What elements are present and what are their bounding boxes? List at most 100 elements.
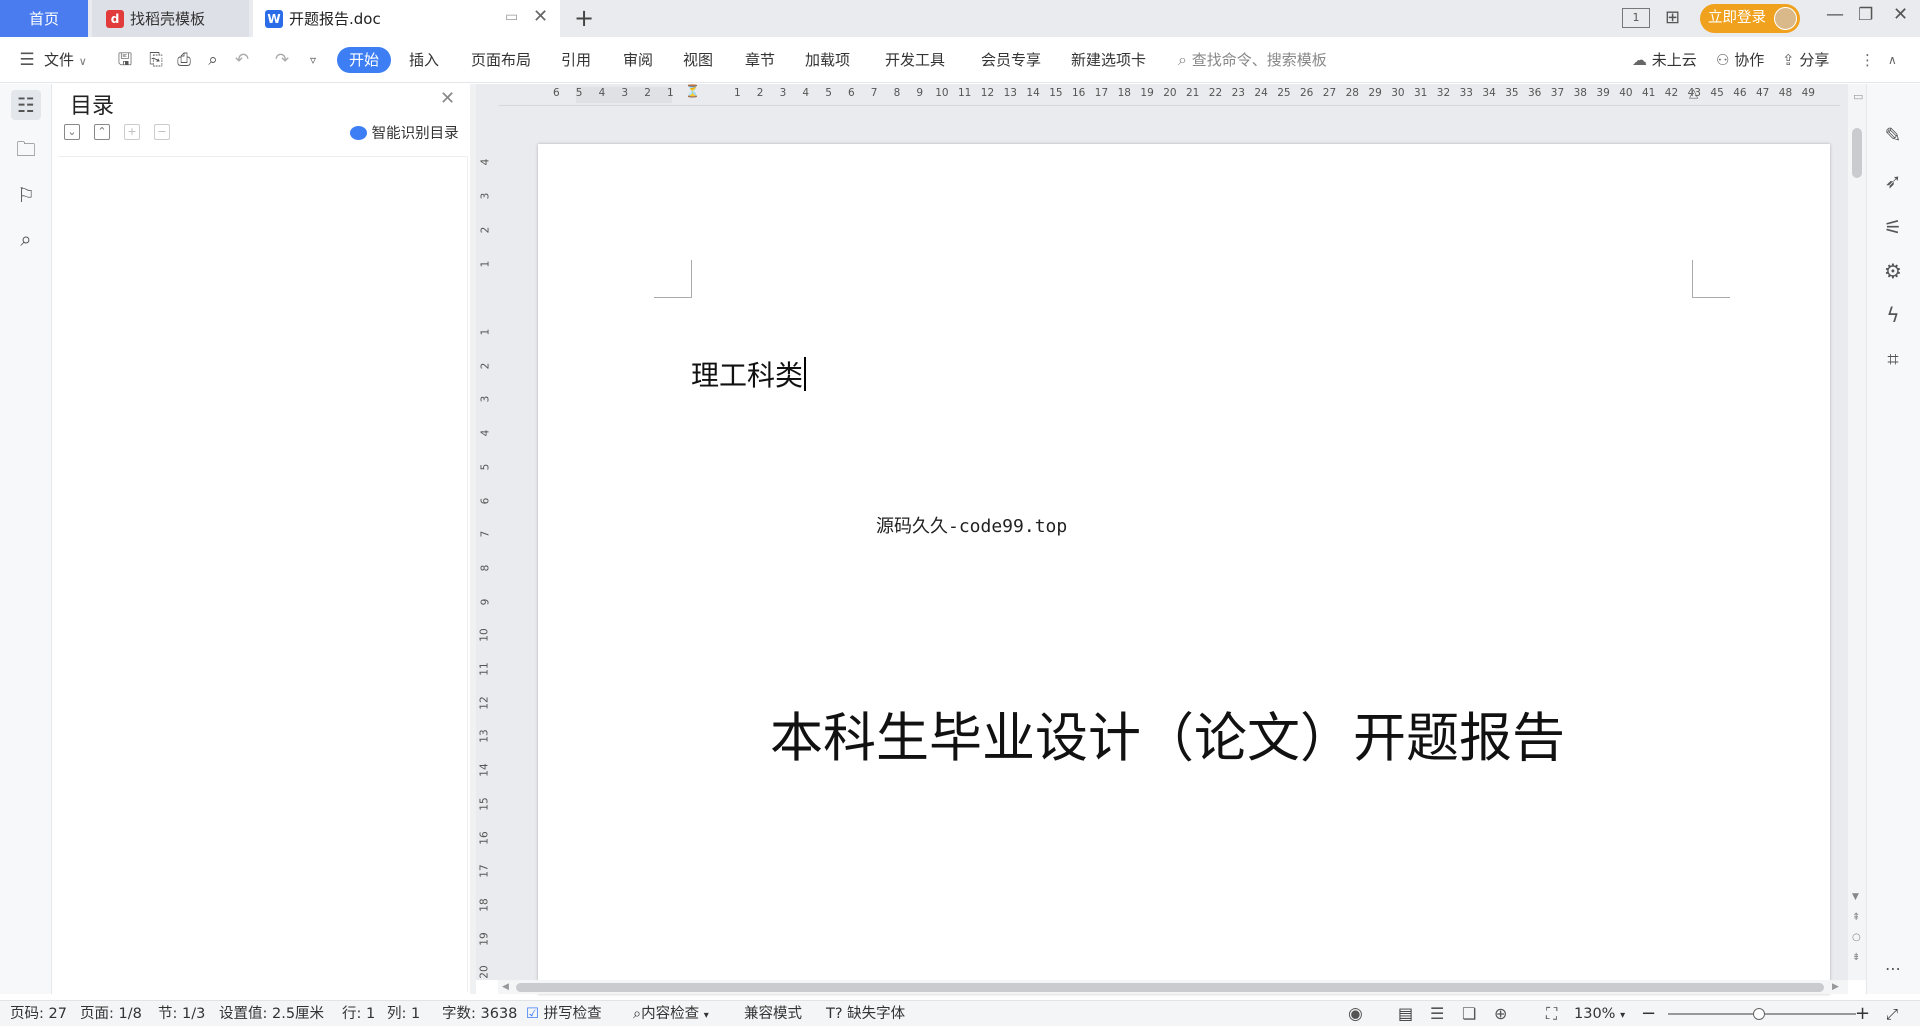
indent-marker-icon[interactable]: ⏳ (685, 84, 700, 98)
close-panel-icon[interactable]: ✕ (440, 88, 455, 109)
web-view-icon[interactable]: ⊕ (1494, 1001, 1507, 1027)
tab-home[interactable]: 首页 (0, 0, 88, 37)
tab-new-label: 新建选项卡 (1071, 51, 1147, 69)
expand-all-icon[interactable]: ⌄ (64, 124, 80, 140)
navigation-pane-icon[interactable]: 🗀 (11, 134, 41, 164)
status-section[interactable]: 节: 1/3 (158, 1001, 205, 1027)
adjust-sliders-icon[interactable]: ⚟ (1878, 212, 1908, 242)
collaborate-button[interactable]: ⚇ 协作 (1716, 37, 1764, 83)
zoom-slider-thumb[interactable] (1753, 1008, 1765, 1020)
scroll-right-icon[interactable]: ▶ (1832, 982, 1839, 992)
horizontal-scrollbar[interactable]: ◀ ▶ (498, 980, 1848, 994)
vertical-ruler[interactable]: 4 3 2 1 1 2 3 4 5 6 7 8 9 10 11 12 13 14 15 16 17 18 19 20 (476, 106, 498, 980)
right-indent-marker-icon[interactable]: △ (1689, 86, 1698, 100)
spell-check-button[interactable]: ☑ 拼写检查 (526, 1001, 602, 1027)
eye-protection-icon[interactable]: ◉ (1348, 1001, 1363, 1027)
print-icon[interactable]: ⎙ (174, 50, 194, 70)
zoom-dropdown-icon: ▾ (1620, 1010, 1626, 1021)
select-browse-icon[interactable]: ○ (1852, 932, 1861, 943)
outline-view-icon[interactable]: ☰ (1430, 1001, 1444, 1027)
zoom-out-icon[interactable]: − (1641, 1001, 1656, 1027)
print-preview-icon[interactable]: ⌕ (203, 50, 223, 70)
page-view-icon[interactable]: ▤ (1398, 1001, 1413, 1027)
redo-icon[interactable]: ↷ (272, 50, 292, 70)
pen-icon[interactable]: ✎ (1878, 120, 1908, 150)
smart-toc-button[interactable]: 智能识别目录 (350, 122, 459, 143)
apps-grid-icon[interactable]: ⊞ (1665, 7, 1680, 28)
pin-icon[interactable]: ▭ (505, 9, 518, 25)
find-icon[interactable]: ⌕ (11, 224, 41, 254)
collapse-ribbon-icon[interactable]: ∧ (1888, 37, 1897, 83)
more-vertical-icon[interactable]: ⋮ (1860, 37, 1875, 83)
restore-icon[interactable]: ❐ (1858, 5, 1873, 25)
fit-page-icon[interactable]: ⛶ (1546, 1001, 1557, 1027)
tab-section[interactable]: 章节 (745, 37, 775, 83)
content-check-button[interactable]: ⌕内容检查 ▾ (633, 1001, 709, 1027)
next-page-icon[interactable]: ⇟ (1852, 952, 1860, 963)
tab-review[interactable]: 审阅 (623, 37, 653, 83)
tab-new[interactable]: 新建选项卡 (1071, 37, 1146, 83)
tab-start[interactable]: 开始 (337, 47, 391, 73)
scroll-left-icon[interactable]: ◀ (502, 982, 509, 992)
undo-icon[interactable]: ↶ (232, 50, 252, 70)
doc-title[interactable]: 本科生毕业设计（论文）开题报告 (770, 696, 1565, 772)
doc-category-text[interactable]: 理工科类 (691, 354, 807, 394)
reading-book-icon[interactable]: ⌗ (1878, 344, 1908, 374)
command-search[interactable]: ⌕ 查找命令、搜索模板 (1178, 37, 1327, 83)
status-word-count[interactable]: 字数: 3638 (442, 1001, 517, 1027)
tab-addons-label: 加载项 (805, 51, 851, 69)
status-bar: 页码: 27 页面: 1/8 节: 1/3 设置值: 2.5厘米 行: 1 列:… (0, 1000, 1920, 1026)
cloud-status[interactable]: ☁ 未上云 (1632, 37, 1697, 83)
save-icon[interactable]: 🖫 (115, 50, 135, 70)
status-page[interactable]: 页面: 1/8 (80, 1001, 142, 1027)
prev-page-icon[interactable]: ⇞ (1852, 912, 1860, 923)
status-col[interactable]: 列: 1 (387, 1001, 420, 1027)
quick-access-more-icon[interactable]: ▿ (303, 50, 323, 70)
ruler-toggle-icon[interactable]: ▭ (1853, 90, 1863, 103)
tab-addons[interactable]: 加载项 (805, 37, 850, 83)
new-tab-icon[interactable]: + (574, 4, 594, 32)
vertical-scrollbar[interactable]: ▭ ▼ ⇞ ○ ⇟ (1848, 84, 1866, 980)
reading-view-icon[interactable]: ❏ (1462, 1001, 1476, 1027)
tab-daoke-templates[interactable]: d 找稻壳模板 (92, 0, 249, 37)
zoom-level[interactable]: 130% ▾ (1574, 1001, 1625, 1027)
tab-view[interactable]: 视图 (683, 37, 713, 83)
close-window-icon[interactable]: ✕ (1893, 4, 1908, 25)
add-level-icon[interactable]: + (124, 124, 140, 140)
tab-insert[interactable]: 插入 (409, 37, 439, 83)
remove-level-icon[interactable]: − (154, 124, 170, 140)
status-setting[interactable]: 设置值: 2.5厘米 (219, 1001, 324, 1027)
bookmark-icon[interactable]: ⚐ (11, 180, 41, 210)
horizontal-ruler[interactable]: 654321 1 2 3 4 5 6 7 8 9 10 11 12 13 14 15 16 17 18 19 20 21… (476, 84, 1848, 106)
collapse-all-icon[interactable]: ⌃ (94, 124, 110, 140)
document-page[interactable]: 理工科类 源码久久-code99.top 本科生毕业设计（论文）开题报告 (538, 144, 1830, 994)
ruler-tick-label: 47 (1756, 87, 1770, 99)
tab-document[interactable]: W 开题报告.doc ▭ ✕ (253, 0, 560, 37)
toc-panel-icon[interactable]: ☷ (11, 90, 41, 120)
scroll-down-icon[interactable]: ▼ (1852, 892, 1859, 902)
missing-font-button[interactable]: T? 缺失字体 (826, 1001, 905, 1027)
tab-member[interactable]: 会员专享 (981, 37, 1041, 83)
minimize-icon[interactable]: — (1826, 4, 1844, 25)
tab-developer[interactable]: 开发工具 (885, 37, 945, 83)
status-page-number[interactable]: 页码: 27 (10, 1001, 67, 1027)
close-tab-icon[interactable]: ✕ (533, 6, 548, 27)
vertical-scroll-thumb[interactable] (1852, 128, 1862, 178)
reading-mode-icon[interactable]: 1 (1622, 8, 1650, 28)
status-row[interactable]: 行: 1 (342, 1001, 375, 1027)
quick-action-icon[interactable]: ϟ (1878, 300, 1908, 330)
zoom-in-icon[interactable]: + (1855, 1001, 1870, 1027)
ruler-tick-label: 12 (478, 696, 491, 710)
share-button[interactable]: ⇪ 分享 (1782, 37, 1829, 83)
tab-references[interactable]: 引用 (561, 37, 591, 83)
login-button[interactable]: 立即登录 (1700, 4, 1800, 33)
fullscreen-icon[interactable]: ⤢ (1886, 1001, 1898, 1027)
menu-icon[interactable]: ☰ (17, 50, 37, 70)
horizontal-scroll-thumb[interactable] (516, 983, 1824, 992)
file-menu[interactable]: 文件 ∨ (44, 37, 87, 83)
more-horizontal-icon[interactable]: ⋯ (1878, 954, 1908, 984)
image-settings-icon[interactable]: ⚙ (1878, 256, 1908, 286)
export-pdf-icon[interactable]: ⎘ (146, 50, 166, 70)
tab-layout[interactable]: 页面布局 (471, 37, 531, 83)
select-pointer-icon[interactable]: ➶ (1878, 166, 1908, 196)
